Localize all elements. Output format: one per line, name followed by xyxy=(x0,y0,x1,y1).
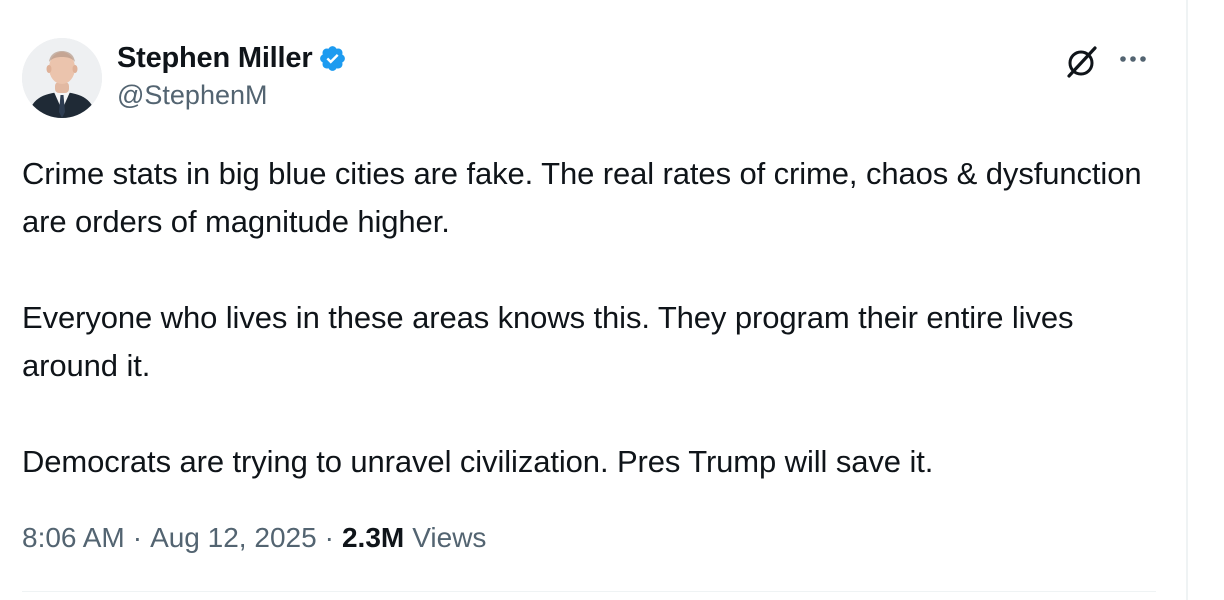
more-options-icon[interactable] xyxy=(1114,44,1152,74)
tweet-time[interactable]: 8:06 AM xyxy=(22,522,125,554)
avatar[interactable] xyxy=(22,38,102,118)
views-label[interactable]: Views xyxy=(412,522,486,554)
column-border xyxy=(1186,0,1188,600)
tweet-paragraph: Democrats are trying to unravel civiliza… xyxy=(22,444,934,479)
author-name-row: Stephen Miller xyxy=(117,40,347,76)
views-count[interactable]: 2.3M xyxy=(342,522,404,554)
avatar-image xyxy=(22,38,102,118)
divider xyxy=(22,591,1156,592)
tweet-paragraph: Crime stats in big blue cities are fake.… xyxy=(22,156,1142,239)
tweet-paragraph: Everyone who lives in these areas knows … xyxy=(22,300,1074,383)
tweet-page: Stephen Miller @StephenM Crime stats in … xyxy=(0,0,1224,600)
grok-icon[interactable] xyxy=(1064,44,1100,80)
author-handle[interactable]: @StephenM xyxy=(117,80,268,111)
author-display-name[interactable]: Stephen Miller xyxy=(117,42,313,75)
tweet-text: Crime stats in big blue cities are fake.… xyxy=(22,150,1162,486)
tweet-date[interactable]: Aug 12, 2025 xyxy=(150,522,317,554)
verified-badge-icon[interactable] xyxy=(318,44,347,73)
meta-separator: · xyxy=(132,522,143,553)
tweet-metadata: 8:06 AM · Aug 12, 2025 · 2.3M Views xyxy=(22,518,486,558)
meta-separator: · xyxy=(324,522,334,553)
tweet-detail: Stephen Miller @StephenM Crime stats in … xyxy=(0,0,1186,600)
